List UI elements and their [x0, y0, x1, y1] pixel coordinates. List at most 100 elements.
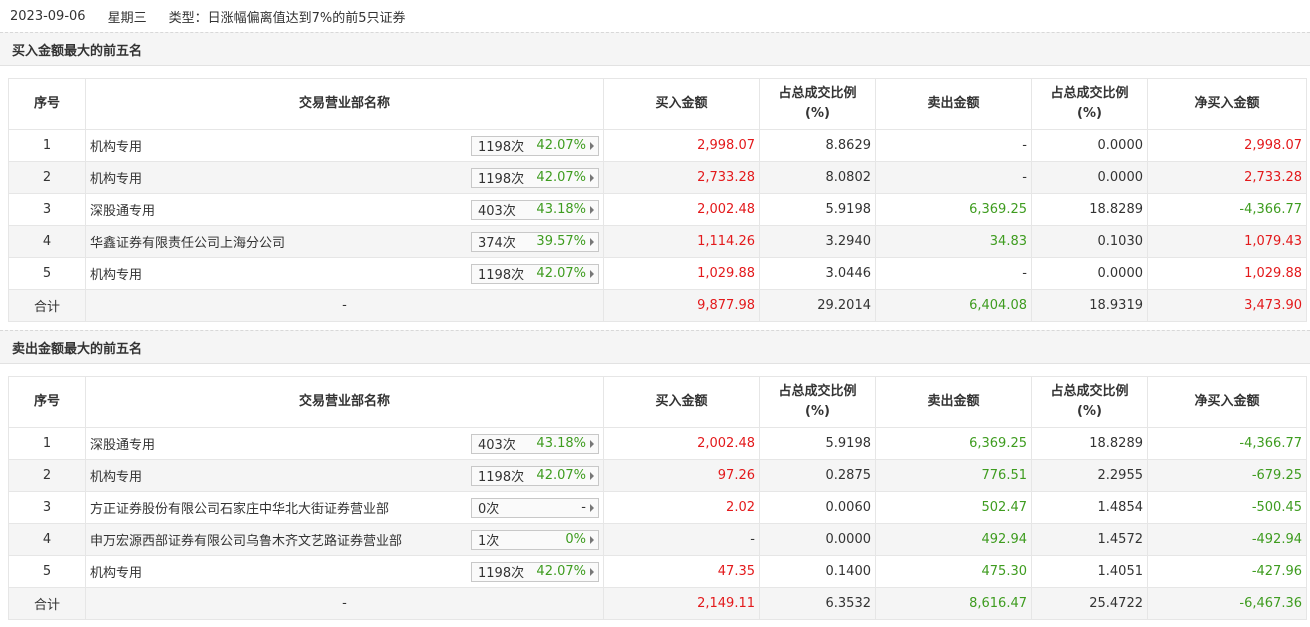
branch-name[interactable]: 机构专用 [90, 168, 142, 187]
branch-cell: 机构专用 1198次 42.07% [85, 129, 604, 162]
branch-rate: 42.07% [536, 138, 586, 153]
sell-amount: 6,369.25 [875, 427, 1032, 460]
branch-rate: 43.18% [536, 436, 586, 451]
branch-stats-button[interactable]: 1198次 42.07% [471, 263, 599, 284]
branch-rate: 42.07% [536, 468, 586, 483]
buy-amount: 1,029.88 [603, 257, 760, 290]
caret-right-icon [590, 173, 594, 182]
branch-stats-button[interactable]: 1198次 42.07% [471, 167, 599, 188]
buy-amount: 2,733.28 [603, 161, 760, 194]
col-sell-pct: 占总成交比例 (%) [1031, 78, 1148, 130]
net-amount: 1,029.88 [1147, 257, 1307, 290]
total-branch: - [85, 289, 604, 322]
branch-name[interactable]: 申万宏源西部证券有限公司乌鲁木齐文艺路证券营业部 [90, 530, 402, 549]
net-amount: 1,079.43 [1147, 225, 1307, 258]
row-no: 5 [8, 555, 86, 588]
branch-rate: 42.07% [536, 564, 586, 579]
caret-right-icon [590, 141, 594, 150]
branch-name[interactable]: 机构专用 [90, 562, 142, 581]
branch-stats-button[interactable]: 403次 43.18% [471, 199, 599, 220]
branch-times: 1198次 [478, 140, 525, 155]
row-no: 5 [8, 257, 86, 290]
sell-amount: - [875, 161, 1032, 194]
col-no: 序号 [8, 78, 86, 130]
buy-pct: 5.9198 [759, 427, 876, 460]
buy-amount: 2,002.48 [603, 193, 760, 226]
branch-stats-button[interactable]: 1次 0% [471, 529, 599, 550]
net-amount: 2,998.07 [1147, 129, 1307, 162]
branch-times: 1198次 [478, 470, 525, 485]
buy-pct: 5.9198 [759, 193, 876, 226]
branch-cell: 机构专用 1198次 42.07% [85, 555, 604, 588]
buy-pct: 0.1400 [759, 555, 876, 588]
col-net: 净买入金额 [1147, 78, 1307, 130]
branch-stats-button[interactable]: 1198次 42.07% [471, 465, 599, 486]
caret-right-icon [590, 205, 594, 214]
branch-name[interactable]: 方正证券股份有限公司石家庄中华北大街证券营业部 [90, 498, 389, 517]
list-type: 类型：日涨幅偏离值达到7%的前5只证券 [168, 10, 406, 26]
sell-amount: 502.47 [875, 491, 1032, 524]
branch-name[interactable]: 机构专用 [90, 264, 142, 283]
branch-stats-button[interactable]: 1198次 42.07% [471, 561, 599, 582]
branch-stats-button[interactable]: 403次 43.18% [471, 433, 599, 454]
branch-stats-button[interactable]: 0次 - [471, 497, 599, 518]
sell-amount: 475.30 [875, 555, 1032, 588]
total-buy: 2,149.11 [603, 587, 760, 620]
total-sell: 8,616.47 [875, 587, 1032, 620]
branch-times: 374次 [478, 236, 516, 251]
branch-name[interactable]: 深股通专用 [90, 434, 155, 453]
buy-amount: 2,002.48 [603, 427, 760, 460]
row-no: 3 [8, 491, 86, 524]
net-amount: -679.25 [1147, 459, 1307, 492]
branch-name[interactable]: 机构专用 [90, 136, 142, 155]
sell-amount: 34.83 [875, 225, 1032, 258]
row-no: 2 [8, 161, 86, 194]
branch-name[interactable]: 机构专用 [90, 466, 142, 485]
buy-amount: 47.35 [603, 555, 760, 588]
net-amount: -4,366.77 [1147, 193, 1307, 226]
sell-amount: - [875, 257, 1032, 290]
total-buy-pct: 6.3532 [759, 587, 876, 620]
col-branch: 交易营业部名称 [85, 376, 604, 428]
net-amount: -427.96 [1147, 555, 1307, 588]
buy-amount: - [603, 523, 760, 556]
caret-right-icon [590, 439, 594, 448]
row-no: 4 [8, 225, 86, 258]
branch-times: 403次 [478, 438, 516, 453]
weekday: 星期三 [107, 10, 147, 26]
branch-name[interactable]: 深股通专用 [90, 200, 155, 219]
branch-rate: 0% [565, 532, 586, 547]
buy-pct: 0.0000 [759, 523, 876, 556]
col-buy: 买入金额 [603, 78, 760, 130]
buy-section-title: 买入金额最大的前五名 [0, 32, 1310, 66]
col-sell: 卖出金额 [875, 78, 1032, 130]
branch-name[interactable]: 华鑫证券有限责任公司上海分公司 [90, 232, 285, 251]
total-net: -6,467.36 [1147, 587, 1307, 620]
table-row: 1 机构专用 1198次 42.07% 2,998.07 8.8629-0.0000 2,9… [8, 129, 1307, 162]
table-row: 5 机构专用 1198次 42.07% 47.35 0.1400 475.30 1.4051-… [8, 555, 1307, 588]
branch-stats-button[interactable]: 1198次 42.07% [471, 135, 599, 156]
row-no: 1 [8, 129, 86, 162]
sell-pct: 0.1030 [1031, 225, 1148, 258]
branch-times: 403次 [478, 204, 516, 219]
branch-cell: 深股通专用 403次 43.18% [85, 193, 604, 226]
table-header-row: 序号 交易营业部名称 买入金额 占总成交比例 (%) 卖出金额 占总成交比例 (%)… [8, 376, 1307, 428]
sell-amount: 776.51 [875, 459, 1032, 492]
caret-right-icon [590, 471, 594, 480]
buy-pct: 8.0802 [759, 161, 876, 194]
branch-times: 0次 [478, 502, 500, 517]
branch-rate: 43.18% [536, 202, 586, 217]
col-net: 净买入金额 [1147, 376, 1307, 428]
caret-right-icon [590, 567, 594, 576]
info-bar: 2023-09-06 星期三 类型：日涨幅偏离值达到7%的前5只证券 [0, 0, 1310, 32]
col-buy-pct: 占总成交比例 (%) [759, 376, 876, 428]
sell-pct: 0.0000 [1031, 257, 1148, 290]
branch-stats-button[interactable]: 374次 39.57% [471, 231, 599, 252]
branch-times: 1198次 [478, 172, 525, 187]
total-sell: 6,404.08 [875, 289, 1032, 322]
buy-amount: 2.02 [603, 491, 760, 524]
branch-cell: 申万宏源西部证券有限公司乌鲁木齐文艺路证券营业部 1次 0% [85, 523, 604, 556]
branch-cell: 方正证券股份有限公司石家庄中华北大街证券营业部 0次 - [85, 491, 604, 524]
col-sell: 卖出金额 [875, 376, 1032, 428]
total-sell-pct: 18.9319 [1031, 289, 1148, 322]
